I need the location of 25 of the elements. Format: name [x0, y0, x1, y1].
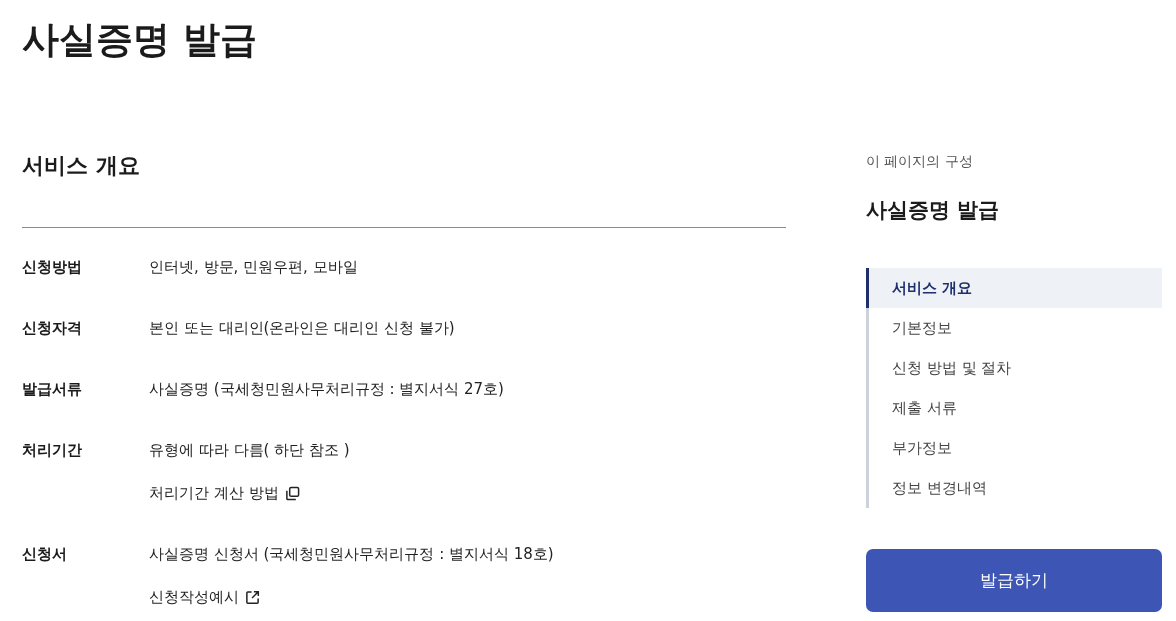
toc-nav-item[interactable]: 서비스 개요	[866, 268, 1162, 308]
field-value: 유형에 따라 다름( 하단 참조 )	[149, 440, 350, 461]
external-link[interactable]: 신청작성예시	[149, 585, 260, 609]
toc-title: 사실증명 발급	[866, 197, 1000, 224]
field-label: 발급서류	[22, 379, 82, 400]
issue-button[interactable]: 발급하기	[866, 549, 1162, 612]
field-label: 신청방법	[22, 257, 82, 278]
toc-nav-item[interactable]: 정보 변경내역	[866, 468, 1162, 508]
field-label: 신청자격	[22, 318, 82, 339]
field-value: 본인 또는 대리인(온라인은 대리인 신청 불가)	[149, 318, 455, 339]
field-value: 사실증명 (국세청민원사무처리규정 : 별지서식 27호)	[149, 379, 504, 400]
toc-nav-item[interactable]: 부가정보	[866, 428, 1162, 468]
toc-caption: 이 페이지의 구성	[866, 152, 973, 171]
field-value: 사실증명 신청서 (국세청민원사무처리규정 : 별지서식 18호)	[149, 544, 554, 565]
copy-icon	[284, 485, 300, 501]
toc-nav-item[interactable]: 신청 방법 및 절차	[866, 348, 1162, 388]
page-title: 사실증명 발급	[22, 17, 257, 63]
field-value: 인터넷, 방문, 민원우편, 모바일	[149, 257, 358, 278]
field-label: 처리기간	[22, 440, 82, 461]
external-link-icon	[245, 589, 260, 605]
toc-nav-item[interactable]: 제출 서류	[866, 388, 1162, 428]
popup-link[interactable]: 처리기간 계산 방법	[149, 481, 300, 505]
section-heading: 서비스 개요	[22, 152, 140, 180]
toc-nav-item[interactable]: 기본정보	[866, 308, 1162, 348]
field-label: 신청서	[22, 544, 67, 565]
